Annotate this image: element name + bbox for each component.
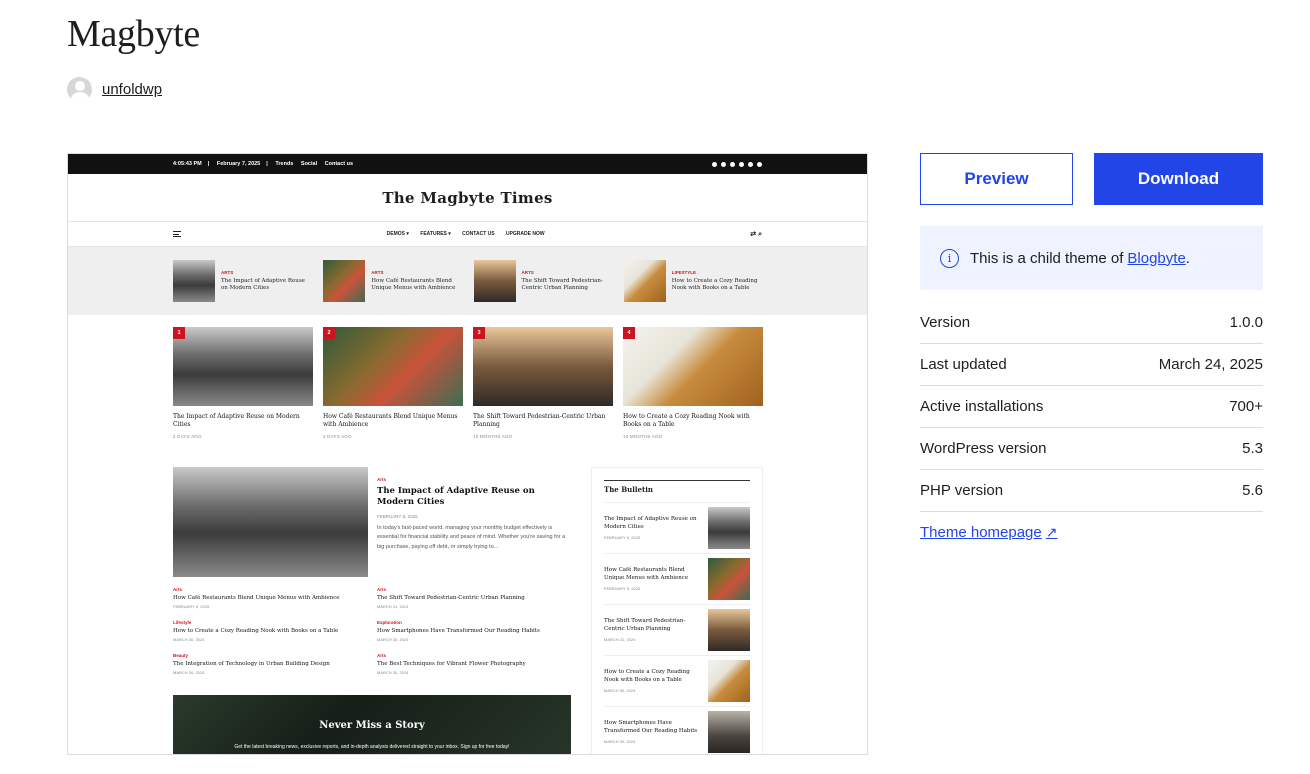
bulletin-item: The Impact of Adaptive Reuse on Modern C… [604,503,750,554]
author-avatar [67,77,92,102]
bulletin-item: How to Create a Cozy Reading Nook with B… [604,656,750,707]
mini-post: Lifestyle How to Create a Cozy Reading No… [173,620,339,642]
ticker-item: ARTS How Café Restaurants Blend Unique Me… [323,260,461,302]
mini-post: Arts The Best Techniques for Vibrant Flow… [377,653,526,675]
shot-topbar: 4:05:43 PM | February 7, 2025 | Trends Soc… [68,154,867,174]
shot-nav-item: DEMOS ▾ [386,231,409,237]
theme-homepage-link[interactable]: Theme homepage ↗ [920,524,1057,541]
newsletter-title: Never Miss a Story [319,720,425,731]
ticker-item: LIFESTYLE How to Create a Cozy Reading No… [623,260,762,302]
shot-card: 3 The Shift Toward Pedestrian-Centric Urb… [473,327,613,439]
shot-card: 4 How to Create a Cozy Reading Nook with … [623,327,763,439]
shot-nav-item: CONTACT US [462,231,495,237]
download-button[interactable]: Download [1094,153,1263,205]
preview-button[interactable]: Preview [920,153,1073,205]
ticker-item: ARTS The Shift Toward Pedestrian-Centric … [473,260,612,302]
meta-row-wordpress-version: WordPress version 5.3 [920,428,1263,470]
shot-card-grid: 1 The Impact of Adaptive Reuse on Modern … [68,315,867,439]
mini-post: Beauty The Integration of Technology in U… [173,653,330,675]
external-arrow-icon: ↗ [1045,524,1058,540]
shot-date: February 7, 2025 [216,161,261,167]
shot-bulletin: The Bulletin The Impact of Adaptive Reus… [591,467,763,754]
mini-post: Arts The Shift Toward Pedestrian-Centric … [377,587,525,609]
meta-row-last-updated: Last updated March 24, 2025 [920,344,1263,386]
notice-text: This is a child theme of [970,249,1124,267]
featured-image [173,467,368,577]
bulletin-item: The Shift Toward Pedestrian-Centric Urba… [604,605,750,656]
shuffle-search-icons: ⇄ ⌕ [750,230,762,238]
shot-social-icons [712,161,762,167]
info-icon: i [940,248,959,268]
newsletter-subtitle: Get the latest breaking news, exclusive … [234,744,510,750]
shot-nav: DEMOS ▾ FEATURES ▾ CONTACT US UPGRADE NO… [68,222,867,247]
theme-meta-table: Version 1.0.0 Last updated March 24, 2025 … [920,302,1263,512]
theme-title: Magbyte [67,13,200,55]
shot-newsletter: Never Miss a Story Get the latest breaki… [173,695,571,754]
meta-row-active-installations: Active installations 700+ [920,386,1263,428]
meta-row-version: Version 1.0.0 [920,302,1263,344]
featured-text: Arts The Impact of Adaptive Reuse on Mod… [377,477,566,550]
ticker-item: ARTS The Impact of Adaptive Reuse on Mode… [173,260,311,302]
shot-time: 4:05:43 PM [173,161,202,167]
shot-link: Contact us [324,161,354,167]
child-theme-notice: i This is a child theme of Blogbyte. [920,226,1263,290]
theme-screenshot: 4:05:43 PM | February 7, 2025 | Trends Soc… [67,153,868,755]
shot-link: Trends [275,161,294,167]
mini-post: Exploration How Smartphones Have Transfor… [377,620,540,642]
meta-row-php-version: PHP version 5.6 [920,470,1263,512]
author-link[interactable]: unfoldwp [102,81,162,98]
mini-post: Arts How Café Restaurants Blend Unique Me… [173,587,340,609]
shot-card: 1 The Impact of Adaptive Reuse on Modern … [173,327,313,439]
menu-icon [173,231,181,237]
bulletin-item: How Smartphones Have Transformed Our Rea… [604,707,750,754]
shot-ticker: ARTS The Impact of Adaptive Reuse on Mode… [68,247,867,315]
shot-masthead: The Magbyte Times [68,174,867,222]
bulletin-item: How Café Restaurants Blend Unique Menus … [604,554,750,605]
author-row: unfoldwp [67,77,162,102]
bulletin-heading: The Bulletin [604,480,750,503]
shot-nav-item: FEATURES ▾ [420,231,451,237]
shot-link: Social [300,161,318,167]
shot-nav-item: UPGRADE NOW [505,231,545,237]
parent-theme-link[interactable]: Blogbyte [1127,250,1185,267]
shot-card: 2 How Café Restaurants Blend Unique Menus… [323,327,463,439]
